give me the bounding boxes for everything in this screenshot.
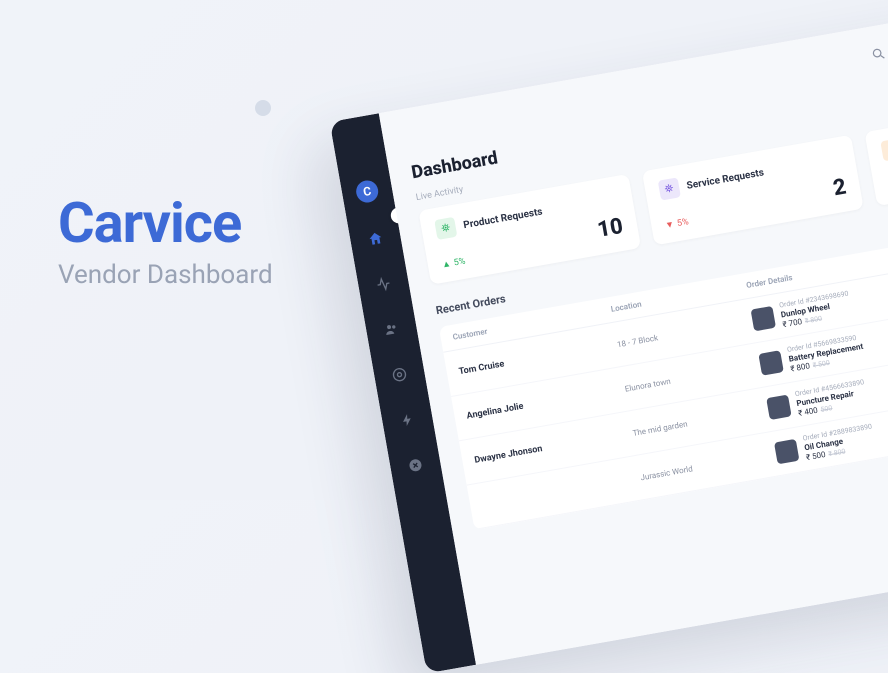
search-icon[interactable]	[870, 45, 888, 64]
users-icon: ⛯	[657, 177, 680, 200]
users-icon[interactable]	[381, 319, 402, 340]
users-icon: ⛯	[881, 138, 888, 161]
settings-icon[interactable]	[389, 364, 410, 385]
product-thumbnail	[766, 395, 791, 420]
product-thumbnail	[751, 306, 776, 331]
card-title: Service Requests	[686, 167, 765, 191]
card-title: Product Requests	[463, 206, 544, 231]
trend-up-icon: ▲ 5%	[441, 256, 466, 271]
decor-dot	[255, 100, 271, 116]
activity-icon[interactable]	[373, 274, 394, 295]
dashboard-window: C › 1	[330, 0, 888, 673]
customer-name	[482, 477, 640, 505]
close-icon[interactable]	[405, 455, 426, 476]
logo[interactable]: C	[354, 179, 379, 204]
trend-value: 5%	[453, 256, 466, 268]
location: Elunora town	[624, 360, 761, 393]
trend-down-icon: ▼ 5%	[664, 216, 689, 231]
card-value: 2	[831, 174, 848, 201]
recent-orders-title: Recent Orders	[435, 292, 507, 317]
hero-subtitle: Vendor Dashboard	[58, 260, 273, 290]
trend-value: 5%	[676, 217, 689, 229]
bolt-icon[interactable]	[397, 410, 418, 431]
hero-block: Carvice Vendor Dashboard	[58, 190, 273, 290]
card-value: 10	[596, 214, 625, 243]
users-icon: ⛯	[434, 217, 457, 240]
location: The mid garden	[632, 405, 769, 438]
product-thumbnail	[758, 350, 783, 375]
location: 18 - 7 Block	[616, 316, 753, 349]
hero-title: Carvice	[58, 190, 273, 256]
home-icon[interactable]	[365, 228, 386, 249]
location: Jurassic World	[640, 449, 777, 482]
product-thumbnail	[774, 439, 799, 464]
